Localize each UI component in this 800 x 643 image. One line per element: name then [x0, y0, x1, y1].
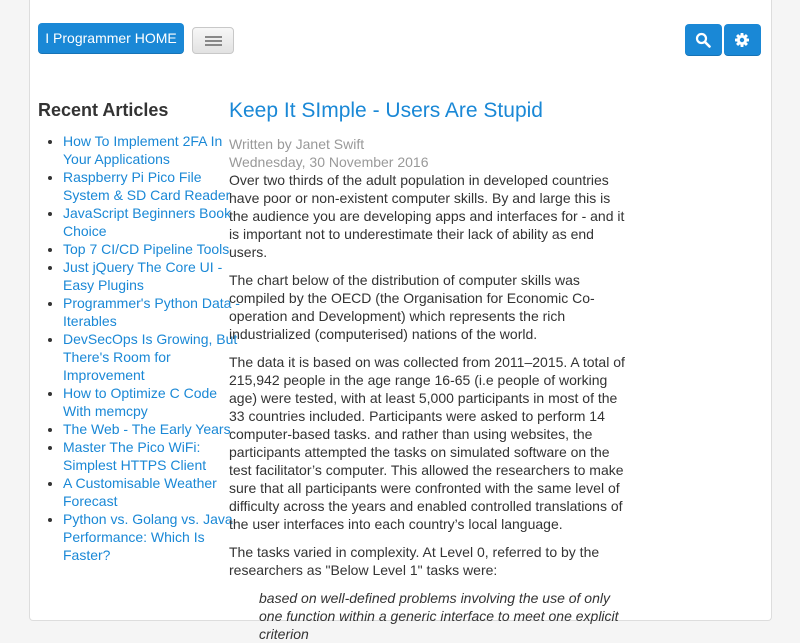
article-paragraph: The data it is based on was collected fr… — [229, 354, 625, 532]
menu-toggle-button[interactable] — [192, 27, 234, 54]
article-link[interactable]: How to Optimize C Code With memcpy — [63, 385, 217, 419]
article-link[interactable]: Python vs. Golang vs. Java Performance: … — [63, 511, 233, 563]
article-link[interactable]: The Web - The Early Years — [63, 421, 231, 437]
menu-icon — [205, 36, 222, 38]
article-link[interactable]: Just jQuery The Core UI - Easy Plugins — [63, 259, 222, 293]
home-button[interactable]: I Programmer HOME — [38, 23, 184, 54]
list-item: Master The Pico WiFi: Simplest HTTPS Cli… — [63, 438, 248, 474]
list-item: DevSecOps Is Growing, But There's Room f… — [63, 330, 248, 384]
article-link[interactable]: DevSecOps Is Growing, But There's Room f… — [63, 331, 237, 383]
article: Keep It SImple - Users Are Stupid Writte… — [229, 96, 629, 643]
list-item: Programmer's Python Data - Iterables — [63, 294, 248, 330]
article-quote: based on well-defined problems involving… — [259, 590, 619, 642]
article-paragraph: The chart below of the distribution of c… — [229, 272, 595, 342]
list-item: Raspberry Pi Pico File System & SD Card … — [63, 168, 248, 204]
article-link[interactable]: Raspberry Pi Pico File System & SD Card … — [63, 169, 230, 203]
article-link[interactable]: Programmer's Python Data - Iterables — [63, 295, 240, 329]
search-button[interactable] — [685, 24, 722, 56]
list-item: Top 7 CI/CD Pipeline Tools — [63, 240, 248, 258]
menu-icon-bar — [205, 40, 222, 42]
article-link[interactable]: JavaScript Beginners Book Choice — [63, 205, 231, 239]
list-item: How To Implement 2FA In Your Application… — [63, 132, 248, 168]
list-item: How to Optimize C Code With memcpy — [63, 384, 248, 420]
article-paragraph: The tasks varied in complexity. At Level… — [229, 544, 600, 578]
article-author: Written by Janet Swift — [229, 136, 365, 152]
article-link[interactable]: A Customisable Weather Forecast — [63, 475, 217, 509]
list-item: JavaScript Beginners Book Choice — [63, 204, 248, 240]
page-container: I Programmer HOME Recent Articles How To… — [29, 0, 772, 642]
list-item: Just jQuery The Core UI - Easy Plugins — [63, 258, 248, 294]
article-link[interactable]: Master The Pico WiFi: Simplest HTTPS Cli… — [63, 439, 206, 473]
settings-button[interactable] — [724, 24, 761, 56]
article-link[interactable]: How To Implement 2FA In Your Application… — [63, 133, 222, 167]
list-item: The Web - The Early Years — [63, 420, 248, 438]
list-item: Python vs. Golang vs. Java Performance: … — [63, 510, 248, 564]
article-paragraph: Over two thirds of the adult population … — [229, 172, 625, 260]
article-link[interactable]: Top 7 CI/CD Pipeline Tools — [63, 241, 229, 257]
article-date: Wednesday, 30 November 2016 — [229, 154, 429, 170]
gear-icon — [735, 33, 749, 47]
sidebar-title: Recent Articles — [38, 100, 169, 120]
article-title: Keep It SImple - Users Are Stupid — [229, 99, 543, 122]
search-icon — [695, 32, 711, 48]
list-item: A Customisable Weather Forecast — [63, 474, 248, 510]
menu-icon-bar — [205, 44, 222, 46]
recent-articles-list: How To Implement 2FA In Your Application… — [38, 132, 248, 564]
